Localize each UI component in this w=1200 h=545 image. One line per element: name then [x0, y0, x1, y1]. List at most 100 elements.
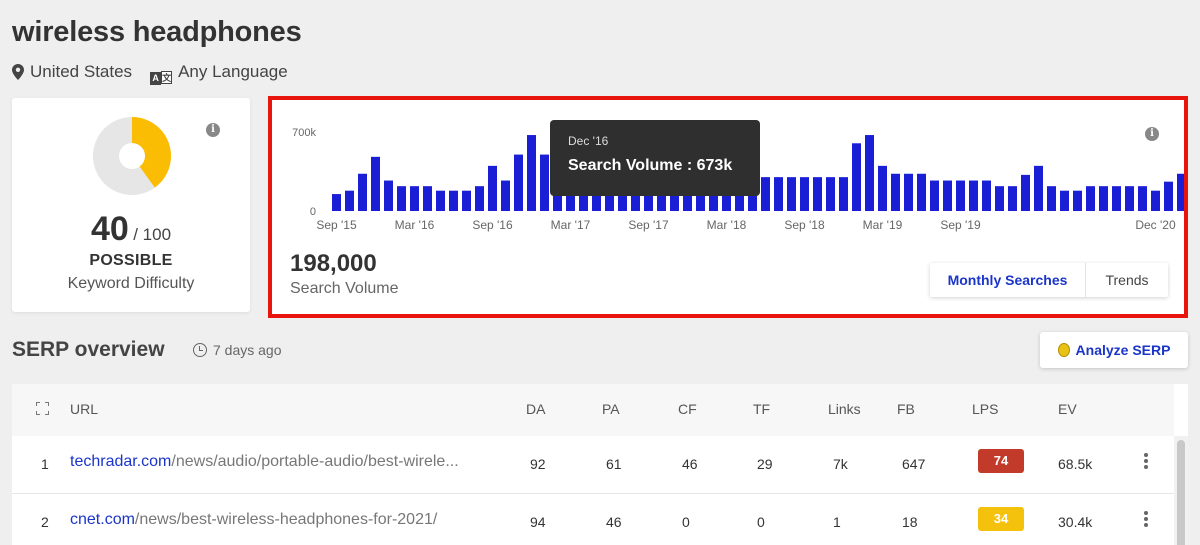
volume-bar[interactable] [1086, 186, 1095, 211]
language-label: Any Language [178, 62, 288, 81]
volume-bar[interactable] [514, 154, 523, 211]
volume-bar[interactable] [1034, 165, 1043, 211]
volume-bar[interactable] [540, 154, 549, 211]
tab-monthly-searches[interactable]: Monthly Searches [930, 263, 1086, 297]
chart-tooltip: Dec '16 Search Volume : 673k [550, 120, 760, 196]
volume-bar[interactable] [943, 180, 952, 211]
volume-bar[interactable] [345, 190, 354, 211]
translate-icon: A文 [150, 66, 173, 85]
volume-bar[interactable] [969, 180, 978, 211]
column-header-pa[interactable]: PA [602, 401, 620, 417]
table-row: 2 cnet.com/news/best-wireless-headphones… [12, 494, 1174, 545]
volume-bar[interactable] [904, 173, 913, 211]
row-tf: 0 [757, 514, 765, 530]
volume-bar[interactable] [800, 177, 809, 211]
info-icon[interactable]: i [206, 123, 220, 137]
row-url-link[interactable]: techradar.com/news/audio/portable-audio/… [70, 453, 459, 471]
volume-bar[interactable] [1125, 186, 1134, 211]
column-header-url[interactable]: URL [70, 401, 98, 417]
y-tick-label: 0 [310, 206, 316, 218]
volume-bar[interactable] [475, 186, 484, 211]
volume-bar[interactable] [410, 186, 419, 211]
volume-bar[interactable] [436, 190, 445, 211]
expand-icon[interactable] [36, 402, 49, 415]
volume-bar[interactable] [852, 143, 861, 211]
column-header-ev[interactable]: EV [1058, 401, 1077, 417]
volume-bar[interactable] [1138, 186, 1147, 211]
row-menu-icon[interactable] [1144, 453, 1148, 469]
volume-bar[interactable] [1021, 174, 1030, 211]
volume-bar[interactable] [1177, 173, 1184, 211]
keyword-meta: United States A文 Any Language [12, 62, 306, 85]
x-tick-label: Mar '16 [395, 218, 435, 232]
scrollbar-thumb[interactable] [1177, 440, 1185, 545]
x-tick-label: Mar '17 [551, 218, 591, 232]
volume-bar[interactable] [761, 177, 770, 211]
search-volume-value: 198,000 [290, 250, 377, 277]
info-icon[interactable]: i [1145, 127, 1159, 141]
keyword-difficulty-card: i 40 / 100 POSSIBLE Keyword Difficulty [12, 98, 250, 312]
difficulty-subtitle: Keyword Difficulty [67, 275, 195, 292]
volume-bar[interactable] [930, 180, 939, 211]
row-url-link[interactable]: cnet.com/news/best-wireless-headphones-f… [70, 511, 437, 529]
volume-bar[interactable] [982, 180, 991, 211]
analyze-serp-button[interactable]: Analyze SERP [1040, 332, 1188, 368]
volume-bar[interactable] [956, 180, 965, 211]
volume-bar[interactable] [1008, 186, 1017, 211]
analyze-serp-label: Analyze SERP [1075, 342, 1171, 358]
volume-bar[interactable] [839, 177, 848, 211]
column-header-fb[interactable]: FB [897, 401, 915, 417]
volume-bar[interactable] [527, 135, 536, 211]
volume-bar[interactable] [1112, 186, 1121, 211]
table-scrollbar[interactable] [1174, 436, 1188, 545]
volume-bar[interactable] [878, 165, 887, 211]
volume-bar[interactable] [1073, 190, 1082, 211]
difficulty-score-value: 40 [90, 210, 129, 248]
volume-bar[interactable] [787, 177, 796, 211]
volume-bar[interactable] [501, 180, 510, 211]
volume-bar[interactable] [865, 135, 874, 211]
column-header-tf[interactable]: TF [753, 401, 770, 417]
volume-bar[interactable] [462, 190, 471, 211]
tab-trends[interactable]: Trends [1086, 263, 1168, 297]
volume-bar[interactable] [358, 173, 367, 211]
column-header-links[interactable]: Links [828, 401, 861, 417]
difficulty-donut [93, 117, 171, 195]
volume-bar[interactable] [995, 186, 1004, 211]
column-header-lps[interactable]: LPS [972, 401, 998, 417]
volume-bar[interactable] [1047, 186, 1056, 211]
volume-bar[interactable] [1151, 190, 1160, 211]
difficulty-label: POSSIBLE [89, 252, 173, 269]
volume-bar[interactable] [1099, 186, 1108, 211]
volume-bar[interactable] [917, 173, 926, 211]
volume-bar[interactable] [813, 177, 822, 211]
keyword-title: wireless headphones [12, 16, 302, 48]
volume-bar[interactable] [1164, 181, 1173, 211]
clock-icon [193, 343, 207, 357]
row-ev: 30.4k [1058, 514, 1093, 530]
x-tick-label: Sep '17 [628, 218, 669, 232]
volume-bar[interactable] [449, 190, 458, 211]
volume-bar[interactable] [397, 186, 406, 211]
volume-bar[interactable] [423, 186, 432, 211]
location-selector[interactable]: United States [12, 62, 132, 82]
volume-bar[interactable] [488, 165, 497, 211]
volume-bar[interactable] [891, 173, 900, 211]
language-selector[interactable]: A文 Any Language [150, 62, 288, 85]
column-header-cf[interactable]: CF [678, 401, 697, 417]
lps-badge: 34 [978, 507, 1024, 531]
column-header-da[interactable]: DA [526, 401, 545, 417]
volume-bar[interactable] [332, 194, 341, 211]
serp-table-header: URL DA PA CF TF Links FB LPS EV [12, 384, 1174, 436]
location-label: United States [30, 62, 133, 81]
row-menu-icon[interactable] [1144, 511, 1148, 527]
volume-bar[interactable] [826, 177, 835, 211]
volume-bar[interactable] [774, 177, 783, 211]
volume-bar[interactable] [1060, 190, 1069, 211]
volume-bar[interactable] [384, 180, 393, 211]
row-pa: 61 [606, 456, 622, 472]
row-domain: cnet.com [70, 511, 135, 528]
table-row: 1 techradar.com/news/audio/portable-audi… [12, 436, 1174, 494]
volume-bar[interactable] [371, 156, 380, 211]
serp-last-updated: 7 days ago [193, 342, 282, 358]
